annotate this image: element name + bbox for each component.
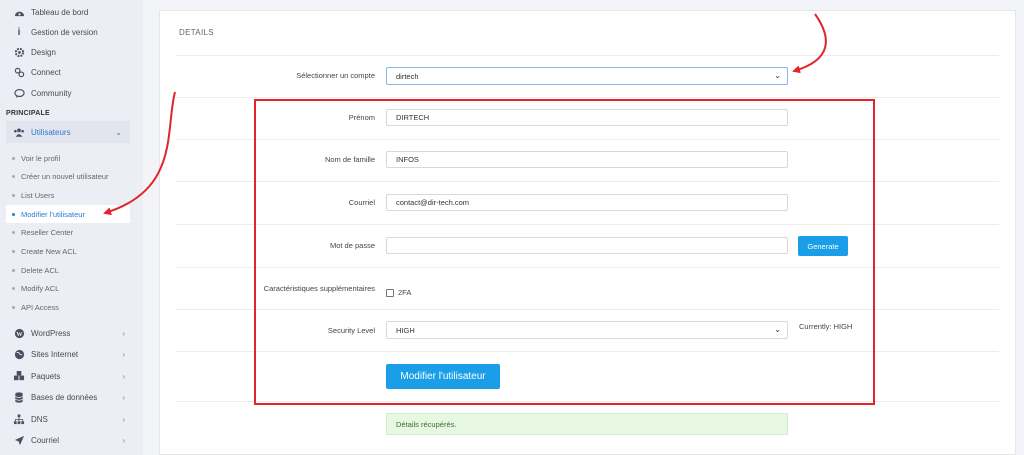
bullet-icon bbox=[12, 305, 15, 309]
sidebar: Tableau de bord i Gestion de version Des… bbox=[0, 0, 143, 455]
divider bbox=[176, 97, 999, 98]
status-message: Détails récupérés. bbox=[386, 413, 788, 435]
sidebar-group-users[interactable]: Utilisateurs ⌄ bbox=[6, 121, 130, 143]
sidebar-section-title: PRINCIPALE bbox=[6, 110, 50, 117]
sidebar-subitem-label: Create New ACL bbox=[21, 246, 77, 256]
sidebar-item-community[interactable]: Community bbox=[0, 83, 143, 103]
bullet-icon bbox=[12, 268, 15, 272]
svg-text:W: W bbox=[16, 330, 23, 337]
sidebar-item-label: Courriel bbox=[31, 435, 60, 445]
sidebar-subitem-label: Voir le profil bbox=[21, 153, 61, 163]
sidebar-item-packages[interactable]: Paquets › bbox=[0, 366, 143, 386]
chevron-down-icon: ⌄ bbox=[774, 71, 781, 80]
globe-icon bbox=[13, 348, 25, 360]
bullet-icon bbox=[12, 230, 15, 234]
network-icon bbox=[13, 413, 25, 425]
bullet-icon bbox=[12, 174, 15, 178]
sidebar-item-connect[interactable]: Connect bbox=[0, 62, 143, 82]
chat-icon bbox=[13, 87, 25, 99]
send-icon bbox=[13, 434, 25, 446]
bullet-icon bbox=[12, 193, 15, 197]
sidebar-subitem-label: API Access bbox=[21, 302, 59, 312]
link-icon bbox=[13, 66, 25, 78]
sidebar-subitem-create-acl[interactable]: Create New ACL bbox=[0, 242, 143, 260]
divider bbox=[176, 55, 999, 56]
section-title: DETAILS bbox=[179, 28, 214, 37]
sidebar-subitem-label: Delete ACL bbox=[21, 265, 59, 275]
sidebar-subitem-label: Reseller Center bbox=[21, 227, 74, 237]
sidebar-item-websites[interactable]: Sites Internet › bbox=[0, 344, 143, 364]
sidebar-subitem-modify-acl[interactable]: Modify ACL bbox=[0, 279, 143, 297]
sidebar-subitem-api-access[interactable]: API Access bbox=[0, 298, 143, 316]
chevron-right-icon: › bbox=[122, 392, 125, 402]
sidebar-subitem-reseller-center[interactable]: Reseller Center bbox=[0, 223, 143, 241]
sidebar-group-label: Utilisateurs bbox=[31, 127, 71, 137]
sidebar-item-version[interactable]: i Gestion de version bbox=[0, 22, 143, 42]
account-select[interactable]: dirtech ⌄ bbox=[386, 67, 788, 85]
chevron-right-icon: › bbox=[122, 349, 125, 359]
bullet-icon bbox=[12, 249, 15, 253]
sidebar-item-label: DNS bbox=[31, 414, 48, 424]
sidebar-subitem-label: Modifier l'utilisateur bbox=[21, 209, 85, 219]
sidebar-item-databases[interactable]: Bases de données › bbox=[0, 387, 143, 407]
sidebar-item-label: Gestion de version bbox=[31, 27, 98, 37]
chevron-down-icon: ⌄ bbox=[115, 127, 122, 137]
sidebar-subitem-list-users[interactable]: List Users bbox=[0, 186, 143, 204]
sidebar-item-label: WordPress bbox=[31, 328, 71, 338]
sidebar-item-label: Paquets bbox=[31, 371, 61, 381]
sidebar-item-label: Sites Internet bbox=[31, 349, 79, 359]
chevron-right-icon: › bbox=[122, 435, 125, 445]
sidebar-item-label: Bases de données bbox=[31, 392, 98, 402]
chevron-right-icon: › bbox=[122, 328, 125, 338]
sidebar-item-label: Community bbox=[31, 88, 72, 98]
bullet-icon bbox=[12, 286, 15, 290]
sidebar-item-design[interactable]: Design bbox=[0, 42, 143, 62]
sidebar-item-dashboard[interactable]: Tableau de bord bbox=[0, 2, 143, 22]
dashboard-icon bbox=[13, 6, 25, 18]
account-select-value: dirtech bbox=[396, 71, 419, 81]
sidebar-item-label: Design bbox=[31, 47, 56, 57]
chevron-right-icon: › bbox=[122, 371, 125, 381]
bullet-icon bbox=[12, 156, 15, 160]
sidebar-item-label: Connect bbox=[31, 67, 61, 77]
account-label: Sélectionner un compte bbox=[296, 71, 375, 80]
sidebar-subitem-modify-user[interactable]: Modifier l'utilisateur bbox=[6, 205, 130, 223]
info-icon: i bbox=[17, 26, 21, 38]
sidebar-subitem-create-user[interactable]: Créer un nouvel utilisateur bbox=[0, 167, 143, 185]
sidebar-subitem-delete-acl[interactable]: Delete ACL bbox=[0, 261, 143, 279]
gear-icon bbox=[13, 46, 25, 58]
database-icon bbox=[13, 391, 25, 403]
bullet-icon bbox=[12, 212, 15, 216]
wordpress-icon: W bbox=[13, 327, 25, 339]
sidebar-item-email[interactable]: Courriel › bbox=[0, 430, 143, 450]
sidebar-subitem-profile[interactable]: Voir le profil bbox=[0, 149, 143, 167]
sidebar-item-dns[interactable]: DNS › bbox=[0, 409, 143, 429]
users-icon bbox=[13, 126, 25, 138]
sidebar-item-wordpress[interactable]: W WordPress › bbox=[0, 323, 143, 343]
sidebar-item-label: Tableau de bord bbox=[31, 7, 89, 17]
annotation-highlight-box bbox=[254, 99, 875, 405]
sidebar-subitem-label: Créer un nouvel utilisateur bbox=[21, 171, 109, 181]
chevron-right-icon: › bbox=[122, 414, 125, 424]
packages-icon bbox=[13, 370, 25, 382]
sidebar-subitem-label: Modify ACL bbox=[21, 283, 60, 293]
sidebar-subitem-label: List Users bbox=[21, 190, 55, 200]
